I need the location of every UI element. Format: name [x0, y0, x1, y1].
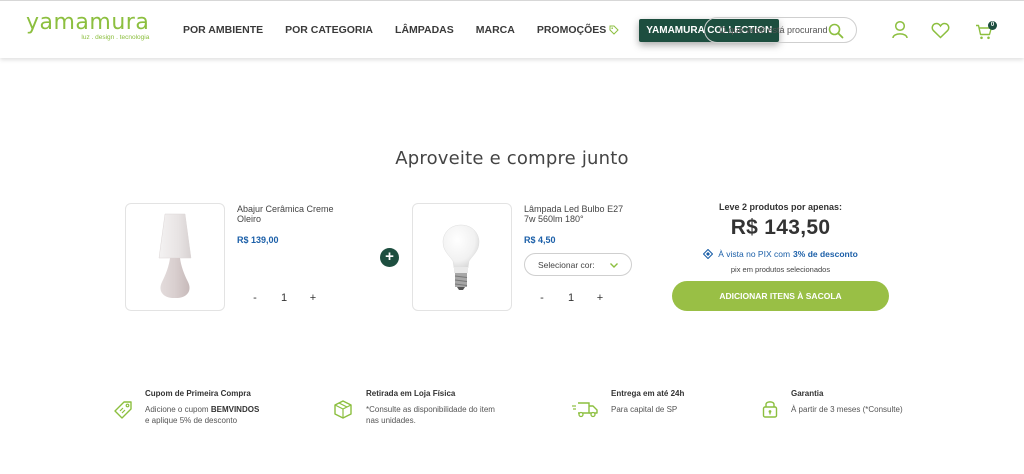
nav-lampadas[interactable]: LÂMPADAS [395, 24, 454, 36]
add-items-to-bag-button[interactable]: ADICIONAR ITENS À SACOLA [672, 281, 889, 311]
product-2-quantity-stepper: - 1 + [535, 292, 607, 304]
benefit-warranty-text: À partir de 3 meses (*Consulte) [791, 405, 903, 414]
heart-icon[interactable] [931, 22, 950, 39]
pix-text: À vista no PIX com [718, 249, 791, 259]
nav-marca[interactable]: MARCA [476, 24, 515, 36]
led-bulb-image [442, 224, 480, 290]
benefit-coupon-text: Adicione o cupom BEMVINDOS e aplique 5% … [145, 405, 265, 426]
benefit-coupon-title: Cupom de Primeira Compra [145, 389, 251, 398]
plus-circle-icon: + [380, 248, 399, 267]
benefit-delivery-title: Entrega em até 24h [611, 389, 685, 398]
product-2-qty-value[interactable]: 1 [549, 292, 593, 304]
benefit-pickup-title: Retirada em Loja Física [366, 389, 456, 398]
box-icon [334, 400, 352, 419]
search-icon[interactable] [828, 23, 844, 39]
cart-count-badge: 0 [988, 21, 997, 30]
coupon-icon [114, 401, 132, 419]
table-lamp-image [158, 213, 192, 298]
logo-tagline: luz . design . tecnologia [81, 34, 150, 41]
product-2-image[interactable] [412, 203, 512, 311]
site-header: yamamura luz . design . tecnologia POR A… [0, 0, 1024, 58]
lock-icon [762, 401, 778, 418]
color-select[interactable]: Selecionar cor: [524, 253, 632, 276]
product-1-qty-minus-button[interactable]: - [248, 292, 262, 304]
tag-icon [609, 25, 619, 35]
search-input[interactable] [719, 25, 827, 35]
search-box[interactable] [704, 17, 857, 43]
product-2-qty-minus-button[interactable]: - [535, 292, 549, 304]
product-1-quantity-stepper: - 1 + [248, 292, 320, 304]
nav-promocoes[interactable]: PROMOÇÕES [537, 24, 619, 36]
nav-por-categoria[interactable]: POR CATEGORIA [285, 24, 373, 36]
product-2-price: R$ 4,50 [524, 235, 556, 245]
logo-word: yamamura [26, 10, 150, 35]
pix-icon [703, 249, 714, 259]
product-1-price: R$ 139,00 [237, 235, 279, 245]
logo[interactable]: yamamura luz . design . tecnologia [26, 10, 150, 42]
combo-total-price: R$ 143,50 [730, 216, 831, 239]
benefit-coupon-text-pre: Adicione o cupom [145, 405, 209, 414]
product-2-name[interactable]: Lâmpada Led Bulbo E27 7w 560lm 180° [524, 204, 634, 224]
pix-subtext: pix em produtos selecionados [730, 265, 831, 274]
section-title: Aproveite e compre junto [395, 148, 629, 169]
product-2-qty-plus-button[interactable]: + [593, 292, 607, 304]
product-1-image[interactable] [125, 203, 225, 311]
nav-por-ambiente[interactable]: POR AMBIENTE [183, 24, 263, 36]
user-icon[interactable] [891, 20, 909, 39]
pix-discount-line: À vista no PIX com 3% de desconto [672, 249, 889, 259]
combo-heading: Leve 2 produtos por apenas: [718, 202, 843, 212]
product-1-name[interactable]: Abajur Cerâmica Creme Oleiro [237, 204, 347, 224]
pix-discount: 3% de desconto [793, 249, 858, 259]
nav-promocoes-label: PROMOÇÕES [536, 24, 607, 36]
color-select-label: Selecionar cor: [538, 259, 595, 270]
benefit-delivery-text: Para capital de SP [611, 405, 678, 414]
product-1-qty-plus-button[interactable]: + [306, 292, 320, 304]
chevron-down-icon [610, 263, 618, 268]
product-1-qty-value[interactable]: 1 [262, 292, 306, 304]
benefit-warranty-title: Garantia [791, 389, 824, 398]
truck-icon [572, 402, 598, 418]
benefit-coupon-text-post: e aplique 5% de desconto [145, 415, 238, 425]
coupon-code: BEMVINDOS [210, 405, 260, 414]
benefit-pickup-text: *Consulte as disponibilidade do item nas… [366, 405, 495, 425]
